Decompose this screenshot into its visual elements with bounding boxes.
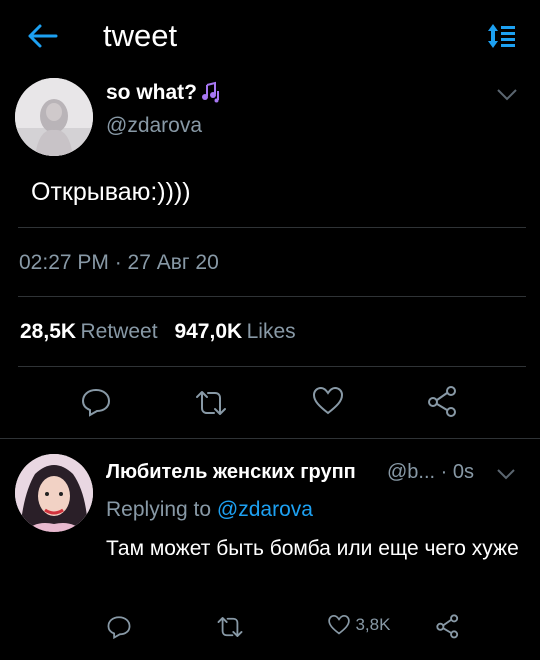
author-handle[interactable]: @zdarova	[106, 114, 202, 138]
reply-like[interactable]: 3,8K	[327, 614, 390, 636]
retweet-label[interactable]: Retweet	[81, 320, 158, 343]
retweet-count[interactable]: 28,5K	[20, 320, 76, 343]
likes-count[interactable]: 947,0K	[174, 320, 242, 343]
page-title: tweet	[103, 18, 178, 53]
back-arrow-icon[interactable]	[26, 22, 58, 50]
avatar[interactable]	[15, 78, 93, 156]
tweet-text: Открываю:))))	[31, 178, 191, 206]
stats-row: 28,5K Retweet 947,0K Likes	[20, 320, 296, 344]
sort-icon[interactable]	[486, 22, 516, 50]
retweet-icon[interactable]	[194, 388, 228, 418]
reply-like-count: 3,8K	[355, 615, 391, 634]
divider	[18, 366, 526, 367]
replying-handle-link[interactable]: @zdarova	[217, 498, 313, 521]
heart-icon[interactable]	[327, 614, 351, 636]
share-icon[interactable]	[435, 613, 461, 639]
divider	[0, 438, 540, 439]
likes-label[interactable]: Likes	[247, 320, 296, 343]
reply-text: Там может быть бомба или еще чего хуже	[106, 537, 519, 560]
reply-icon[interactable]	[80, 386, 112, 418]
retweet-icon[interactable]	[216, 614, 244, 640]
reply-meta: @b... · 0s	[387, 461, 474, 483]
avatar[interactable]	[15, 454, 93, 532]
reply-icon[interactable]	[106, 614, 132, 640]
timestamp: 02:27 PM · 27 Авг 20	[19, 251, 219, 274]
chevron-down-icon[interactable]	[495, 467, 517, 481]
divider	[18, 296, 526, 297]
share-icon[interactable]	[426, 385, 460, 417]
chevron-down-icon[interactable]	[495, 86, 519, 102]
author-name[interactable]: so what?	[106, 81, 197, 105]
reply-author-name[interactable]: Любитель женских групп	[106, 461, 356, 484]
heart-icon[interactable]	[311, 386, 345, 416]
replying-to: Replying to @zdarova	[106, 498, 313, 522]
music-notes-icon	[201, 81, 223, 103]
divider	[18, 227, 526, 228]
replying-prefix: Replying to	[106, 498, 212, 521]
